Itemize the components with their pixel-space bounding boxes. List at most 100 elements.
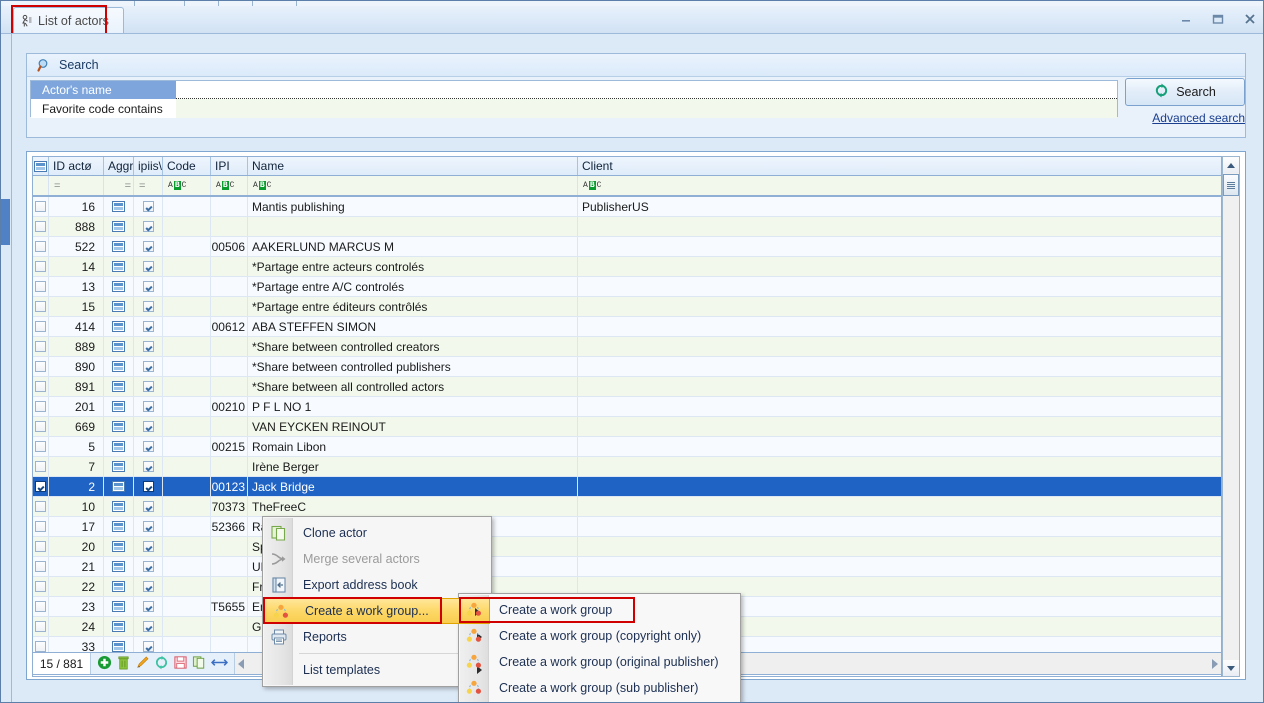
row-select-checkbox[interactable]	[33, 237, 49, 256]
row-select-checkbox[interactable]	[33, 337, 49, 356]
table-row[interactable]: 13 *Partage entre A/C controlés	[33, 277, 1221, 297]
cell-aggr[interactable]	[104, 577, 134, 596]
row-select-checkbox[interactable]	[33, 197, 49, 216]
cell-ipiis[interactable]	[134, 557, 163, 576]
table-row[interactable]: 7 Irène Berger	[33, 457, 1221, 477]
fit-columns-icon[interactable]	[210, 655, 229, 673]
scrollbar-thumb[interactable]	[1223, 174, 1239, 196]
column-header-ipi[interactable]: IPI	[211, 157, 248, 175]
refresh-icon[interactable]	[154, 655, 169, 673]
row-select-checkbox[interactable]	[33, 557, 49, 576]
filter-cell-ipi[interactable]: ABC	[211, 176, 248, 195]
cell-aggr[interactable]	[104, 357, 134, 376]
cell-ipiis[interactable]	[134, 197, 163, 216]
table-row[interactable]: 14 *Partage entre acteurs controlés	[33, 257, 1221, 277]
advanced-search-link[interactable]: Advanced search	[1125, 111, 1245, 125]
cell-aggr[interactable]	[104, 517, 134, 536]
row-select-checkbox[interactable]	[33, 217, 49, 236]
cell-aggr[interactable]	[104, 217, 134, 236]
cell-aggr[interactable]	[104, 557, 134, 576]
submenu-item-create-a-work-group[interactable]: Create a work group	[459, 597, 740, 623]
table-row[interactable]: 1752366Raymond	[33, 517, 1221, 537]
menu-item-create-a-work-group[interactable]: Create a work group...	[263, 597, 490, 624]
cell-aggr[interactable]	[104, 337, 134, 356]
grid-vertical-scrollbar[interactable]	[1222, 156, 1240, 677]
cell-aggr[interactable]	[104, 377, 134, 396]
table-row[interactable]: 522 00506 AAKERLUND MARCUS M	[33, 237, 1221, 257]
cell-ipiis[interactable]	[134, 317, 163, 336]
cell-ipiis[interactable]	[134, 577, 163, 596]
table-row[interactable]: 21UK Music	[33, 557, 1221, 577]
cell-aggr[interactable]	[104, 617, 134, 636]
column-header-code[interactable]: Code	[163, 157, 211, 175]
row-select-checkbox[interactable]	[33, 477, 49, 496]
cell-aggr[interactable]	[104, 257, 134, 276]
table-row[interactable]: 10 70373 TheFreeC	[33, 497, 1221, 517]
cell-ipiis[interactable]	[134, 497, 163, 516]
edit-record-icon[interactable]	[135, 655, 150, 673]
scroll-left-button[interactable]	[238, 658, 244, 669]
search-input-actors-name[interactable]	[176, 81, 1117, 99]
row-select-checkbox[interactable]	[33, 457, 49, 476]
cell-ipiis[interactable]	[134, 597, 163, 616]
tab-list-of-actors[interactable]: List of actors	[13, 7, 124, 33]
row-select-checkbox[interactable]	[33, 497, 49, 516]
row-select-checkbox[interactable]	[33, 397, 49, 416]
row-select-checkbox[interactable]	[33, 357, 49, 376]
search-input-favorite-code[interactable]	[176, 99, 1117, 118]
submenu-item-create-a-work-group-original-publisher[interactable]: Create a work group (original publisher)	[459, 649, 740, 675]
cell-ipiis[interactable]	[134, 417, 163, 436]
column-header-select-all[interactable]	[33, 157, 49, 175]
cell-ipiis[interactable]	[134, 257, 163, 276]
filter-cell-client[interactable]: ABC	[578, 176, 1221, 195]
table-row[interactable]: 414 00612 ABA STEFFEN SIMON	[33, 317, 1221, 337]
left-scrollbar-thumb[interactable]	[1, 199, 10, 245]
cell-ipiis[interactable]	[134, 337, 163, 356]
left-scrollbar[interactable]	[1, 34, 12, 703]
cell-ipiis[interactable]	[134, 217, 163, 236]
row-select-checkbox[interactable]	[33, 317, 49, 336]
row-select-checkbox[interactable]	[33, 377, 49, 396]
row-select-checkbox[interactable]	[33, 577, 49, 596]
add-record-icon[interactable]	[97, 655, 112, 673]
cell-aggr[interactable]	[104, 497, 134, 516]
cell-aggr[interactable]	[104, 417, 134, 436]
table-row[interactable]: 890 *Share between controlled publishers	[33, 357, 1221, 377]
row-select-checkbox[interactable]	[33, 517, 49, 536]
submenu-item-create-a-work-group-sub-publisher[interactable]: Create a work group (sub publisher)	[459, 675, 740, 701]
cell-ipiis[interactable]	[134, 397, 163, 416]
cell-aggr[interactable]	[104, 597, 134, 616]
column-header-client[interactable]: Client	[578, 157, 1221, 175]
row-select-checkbox[interactable]	[33, 537, 49, 556]
table-row[interactable]: 5 00215 Romain Libon	[33, 437, 1221, 457]
search-button[interactable]: Search	[1125, 78, 1245, 106]
cell-aggr[interactable]	[104, 477, 134, 496]
scroll-up-button[interactable]	[1223, 157, 1239, 173]
cell-ipiis[interactable]	[134, 617, 163, 636]
menu-item-export-address-book[interactable]: Export address book	[263, 572, 491, 598]
minimize-button[interactable]	[1177, 10, 1195, 28]
column-header-ipiis[interactable]: ipiis\	[134, 157, 163, 175]
cell-ipiis[interactable]	[134, 277, 163, 296]
cell-aggr[interactable]	[104, 437, 134, 456]
row-select-checkbox[interactable]	[33, 297, 49, 316]
filter-cell-aggr[interactable]: =	[104, 176, 134, 195]
table-row[interactable]: 15 *Partage entre éditeurs contrôlés	[33, 297, 1221, 317]
table-row[interactable]: 20Spanish S	[33, 537, 1221, 557]
row-select-checkbox[interactable]	[33, 277, 49, 296]
maximize-button[interactable]	[1209, 10, 1227, 28]
cell-ipiis[interactable]	[134, 477, 163, 496]
submenu-item-create-a-work-group-copyright-only[interactable]: Create a work group (copyright only)	[459, 623, 740, 649]
cell-ipiis[interactable]	[134, 297, 163, 316]
table-row[interactable]: 201 00210 P F L NO 1	[33, 397, 1221, 417]
search-label-actors-name[interactable]: Actor's name	[31, 81, 176, 99]
cell-aggr[interactable]	[104, 277, 134, 296]
cell-ipiis[interactable]	[134, 457, 163, 476]
copy-icon[interactable]	[192, 655, 207, 673]
delete-record-icon[interactable]	[116, 655, 131, 673]
menu-item-list-templates[interactable]: List templates	[263, 657, 491, 683]
row-select-checkbox[interactable]	[33, 417, 49, 436]
cell-aggr[interactable]	[104, 237, 134, 256]
filter-cell-ipiis[interactable]: =	[134, 176, 163, 195]
cell-aggr[interactable]	[104, 457, 134, 476]
